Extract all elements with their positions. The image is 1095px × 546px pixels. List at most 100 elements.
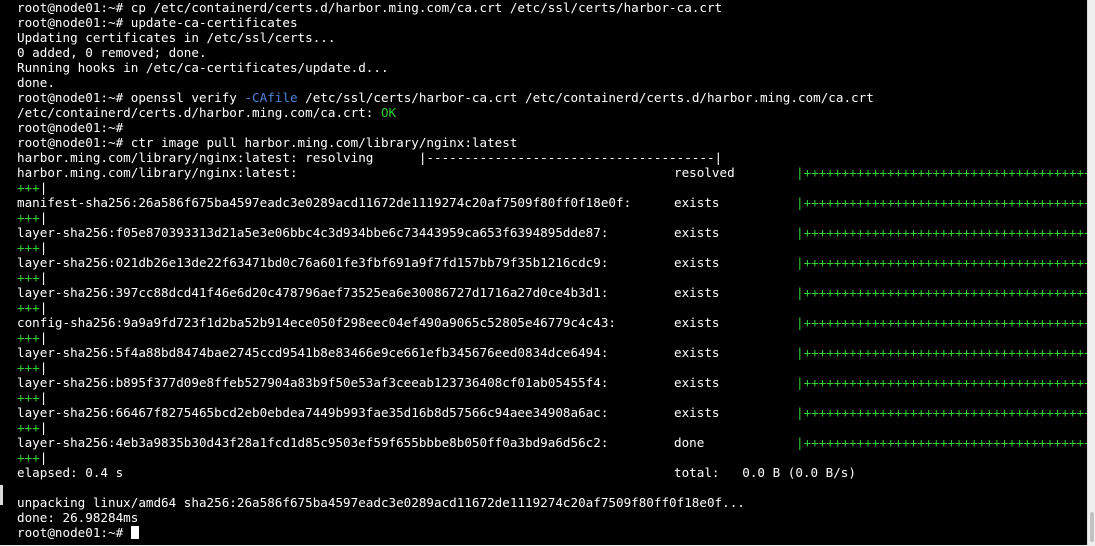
- output-elapsed-total: elapsed: 0.4 s total: 0.0 B (0.0 B/s): [17, 465, 874, 480]
- command-line-update: root@node01:~# update-ca-certificates: [17, 15, 298, 30]
- progress-bar-fill: |++++++++++++++++++++++++++++++++++++++: [796, 405, 1087, 420]
- layer-progress-bar: |++++++++++++++++++++++++++++++++++++++: [796, 345, 1087, 360]
- layer-status: exists: [674, 225, 720, 240]
- layer-status: exists: [674, 375, 720, 390]
- layer-progress-bar: |++++++++++++++++++++++++++++++++++++++: [796, 315, 1087, 330]
- progress-bar-end: |: [39, 300, 48, 315]
- total-text: total: 0.0 B (0.0 B/s): [674, 465, 856, 480]
- output-updating: Updating certificates in /etc/ssl/certs.…: [17, 30, 336, 45]
- progress-bar-wrap: +++|: [17, 420, 874, 435]
- layer-status: exists: [674, 405, 720, 420]
- layer-status: done: [674, 435, 705, 450]
- layer-row: manifest-sha256:26a586f675ba4597eadc3e02…: [17, 195, 1087, 210]
- output-unpacking: unpacking linux/amd64 sha256:26a586f675b…: [17, 495, 745, 510]
- progress-bar-tail: +++: [17, 390, 40, 405]
- layer-row: layer-sha256:5f4a88bd8474bae2745ccd9541b…: [17, 345, 1087, 360]
- layer-name: layer-sha256:f05e870393313d21a5e3e06bbc4…: [17, 225, 609, 240]
- layer-status: exists: [674, 285, 720, 300]
- layer-progress-bar: |++++++++++++++++++++++++++++++++++++++: [796, 255, 1087, 270]
- progress-bar-wrap: +++|: [17, 270, 874, 285]
- output-done: done.: [17, 75, 55, 90]
- progress-bar-fill: |++++++++++++++++++++++++++++++++++++++: [796, 195, 1087, 210]
- layer-progress-bar: |++++++++++++++++++++++++++++++++++++++: [796, 165, 1087, 180]
- progress-bar-wrap: +++|: [17, 300, 874, 315]
- progress-bar-end: |: [39, 450, 48, 465]
- output-verify: /etc/containerd/certs.d/harbor.ming.com/…: [17, 105, 874, 120]
- progress-bar-wrap: +++|: [17, 240, 874, 255]
- progress-bar-tail: +++: [17, 210, 40, 225]
- layer-name: layer-sha256:66467f8275465bcd2eb0ebdea74…: [17, 405, 609, 420]
- command-line-pull: root@node01:~# ctr image pull harbor.min…: [17, 135, 518, 150]
- output-added: 0 added, 0 removed; done.: [17, 45, 207, 60]
- progress-bar-fill: |++++++++++++++++++++++++++++++++++++++: [796, 165, 1087, 180]
- layer-name: layer-sha256:021db26e13de22f63471bd0c76a…: [17, 255, 609, 270]
- openssl-prefix: root@node01:~# openssl verify: [17, 90, 245, 105]
- layer-name: layer-sha256:5f4a88bd8474bae2745ccd9541b…: [17, 345, 609, 360]
- progress-bar-tail: +++: [17, 240, 40, 255]
- progress-bar-wrap: +++|: [17, 330, 874, 345]
- layer-status: resolved: [674, 165, 735, 180]
- layer-name: layer-sha256:4eb3a9835b30d43f28a1fcd1d85…: [17, 435, 609, 450]
- layer-progress-bar: |++++++++++++++++++++++++++++++++++++++: [796, 225, 1087, 240]
- layer-name: manifest-sha256:26a586f675ba4597eadc3e02…: [17, 195, 632, 210]
- progress-bar-wrap: +++|: [17, 180, 874, 195]
- progress-bar-end: |: [39, 390, 48, 405]
- layer-row: config-sha256:9a9a9fd723f1d2ba52b914ece0…: [17, 315, 1087, 330]
- layer-row: layer-sha256:397cc88dcd41f46e6d20c478796…: [17, 285, 1087, 300]
- progress-bar-end: |: [39, 210, 48, 225]
- progress-bar-tail: +++: [17, 420, 40, 435]
- output-hooks: Running hooks in /etc/ca-certificates/up…: [17, 60, 389, 75]
- progress-bar-fill: |++++++++++++++++++++++++++++++++++++++: [796, 255, 1087, 270]
- layer-progress-bar: |++++++++++++++++++++++++++++++++++++++: [796, 195, 1087, 210]
- layer-name: harbor.ming.com/library/nginx:latest:: [17, 165, 298, 180]
- text-cursor: [130, 526, 139, 539]
- prompt-empty: root@node01:~#: [17, 120, 124, 135]
- layer-name: layer-sha256:397cc88dcd41f46e6d20c478796…: [17, 285, 609, 300]
- progress-bar-wrap: +++|: [17, 450, 874, 465]
- vertical-scrollbar[interactable]: [1087, 0, 1095, 546]
- progress-bar-tail: +++: [17, 360, 40, 375]
- layer-row: layer-sha256:b895f377d09e8ffeb527904a83b…: [17, 375, 1087, 390]
- layer-row: layer-sha256:021db26e13de22f63471bd0c76a…: [17, 255, 1087, 270]
- elapsed-text: elapsed: 0.4 s: [17, 465, 124, 480]
- layer-row: layer-sha256:66467f8275465bcd2eb0ebdea74…: [17, 405, 1087, 420]
- verify-path: /etc/containerd/certs.d/harbor.ming.com/…: [17, 105, 381, 120]
- progress-bar-fill: |++++++++++++++++++++++++++++++++++++++: [796, 375, 1087, 390]
- progress-bar-tail: +++: [17, 270, 40, 285]
- progress-bar-wrap: +++|: [17, 390, 874, 405]
- verify-ok: OK: [380, 105, 397, 120]
- final-prompt: root@node01:~#: [17, 525, 131, 540]
- progress-bar-fill: |++++++++++++++++++++++++++++++++++++++: [796, 285, 1087, 300]
- progress-bar-wrap: +++|: [17, 360, 874, 375]
- command-line-openssl: root@node01:~# openssl verify -CAfile /e…: [17, 90, 874, 105]
- layer-progress-bar: |++++++++++++++++++++++++++++++++++++++: [796, 435, 1087, 450]
- progress-bar-tail: +++: [17, 330, 40, 345]
- terminal-window: root@node01:~# cp /etc/containerd/certs.…: [0, 0, 1095, 546]
- scrollbar-thumb[interactable]: [1090, 512, 1094, 542]
- layer-name: layer-sha256:b895f377d09e8ffeb527904a83b…: [17, 375, 609, 390]
- progress-bar-wrap: +++|: [17, 210, 874, 225]
- progress-bar-tail: +++: [17, 180, 40, 195]
- openssl-args: /etc/ssl/certs/harbor-ca.crt /etc/contai…: [297, 90, 874, 105]
- layer-row: layer-sha256:4eb3a9835b30d43f28a1fcd1d85…: [17, 435, 1087, 450]
- progress-bar-fill: |++++++++++++++++++++++++++++++++++++++: [796, 225, 1087, 240]
- progress-bar-tail: +++: [17, 300, 40, 315]
- progress-bar-fill: |++++++++++++++++++++++++++++++++++++++: [796, 435, 1087, 450]
- terminal-output[interactable]: root@node01:~# cp /etc/containerd/certs.…: [0, 0, 1087, 545]
- output-resolving: harbor.ming.com/library/nginx:latest: re…: [17, 150, 723, 165]
- openssl-cafile-flag: -CAfile: [244, 90, 298, 105]
- layer-status: exists: [674, 195, 720, 210]
- progress-bar-end: |: [39, 180, 48, 195]
- layer-status: exists: [674, 315, 720, 330]
- layer-progress-bar: |++++++++++++++++++++++++++++++++++++++: [796, 375, 1087, 390]
- progress-bar-end: |: [39, 420, 48, 435]
- layer-row: layer-sha256:f05e870393313d21a5e3e06bbc4…: [17, 225, 1087, 240]
- progress-bar-end: |: [39, 360, 48, 375]
- progress-bar-end: |: [39, 240, 48, 255]
- layer-status: exists: [674, 345, 720, 360]
- final-prompt-line[interactable]: root@node01:~#: [17, 525, 874, 540]
- layer-name: config-sha256:9a9a9fd723f1d2ba52b914ece0…: [17, 315, 616, 330]
- command-line-cp: root@node01:~# cp /etc/containerd/certs.…: [17, 0, 723, 15]
- output-done-time: done: 26.98284ms: [17, 510, 139, 525]
- layer-progress-list: harbor.ming.com/library/nginx:latest: res…: [17, 165, 1087, 465]
